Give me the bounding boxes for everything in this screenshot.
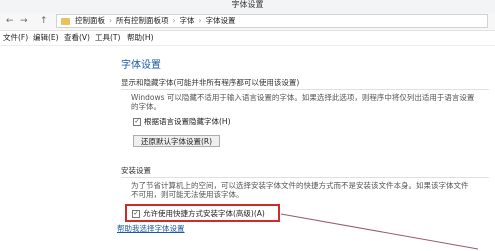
annotation-highlight-box [125, 204, 280, 222]
hide-fonts-checkbox[interactable]: ✓ [133, 118, 141, 126]
section-divider [121, 89, 489, 90]
breadcrumb-item[interactable]: 所有控制面板项 [116, 16, 169, 25]
breadcrumb-item[interactable]: 字体设置 [206, 16, 236, 25]
main-content: 字体设置 显示和隐藏字体(可能并非所有程序都可以使用该设置) Windows 可… [0, 46, 495, 251]
title-bar: 字体设置 [0, 0, 495, 13]
hide-fonts-description-cont: 的字体。 [131, 102, 161, 111]
menu-tools[interactable]: 工具(T) [95, 33, 120, 43]
menu-bar: 文件(F) 编辑(E) 查看(V) 工具(T) 帮助(H) [0, 31, 495, 46]
hide-fonts-checkbox-label[interactable]: 根据语言设置隐藏字体(H) [144, 117, 231, 127]
breadcrumb-item[interactable]: 控制面板 [75, 16, 105, 25]
install-settings-description-cont: 不可用，则可能无法使用该字体。 [131, 190, 244, 199]
control-panel-folder-icon [61, 18, 70, 25]
back-arrow-icon[interactable]: ← [6, 15, 14, 27]
up-arrow-icon[interactable]: ↑ [40, 15, 48, 27]
breadcrumb: 控制面板 › 所有控制面板项 › 字体 › 字体设置 [75, 16, 236, 25]
breadcrumb-item[interactable]: 字体 [180, 16, 195, 25]
address-box[interactable]: 控制面板 › 所有控制面板项 › 字体 › 字体设置 [56, 14, 488, 28]
menu-view[interactable]: 查看(V) [64, 33, 90, 43]
menu-edit[interactable]: 编辑(E) [33, 33, 59, 43]
address-bar: ← → ↑ 控制面板 › 所有控制面板项 › 字体 › 字体设置 [0, 13, 495, 31]
menu-file[interactable]: 文件(F) [3, 33, 28, 43]
menu-help[interactable]: 帮助(H) [127, 33, 154, 43]
help-choose-font-settings-link[interactable]: 帮助我选择字体设置 [117, 224, 185, 234]
install-settings-section-title: 安装设置 [121, 166, 151, 175]
hide-fonts-section-title: 显示和隐藏字体(可能并非所有程序都可以使用该设置) [121, 78, 300, 87]
install-settings-description: 为了节省计算机上的空间，可以选择安装字体文件的快捷方式而不是安装该文件本身。如果… [131, 181, 469, 190]
hide-fonts-description: Windows 可以隐藏不适用于输入语言设置的字体。如果选择此选项，则程序中将仅… [131, 93, 475, 102]
restore-default-font-settings-button[interactable]: 还原默认字体设置(R) [133, 135, 220, 147]
page-title: 字体设置 [121, 60, 161, 71]
window-title: 字体设置 [231, 0, 264, 9]
forward-arrow-icon[interactable]: → [20, 15, 28, 27]
section-divider [121, 177, 489, 178]
